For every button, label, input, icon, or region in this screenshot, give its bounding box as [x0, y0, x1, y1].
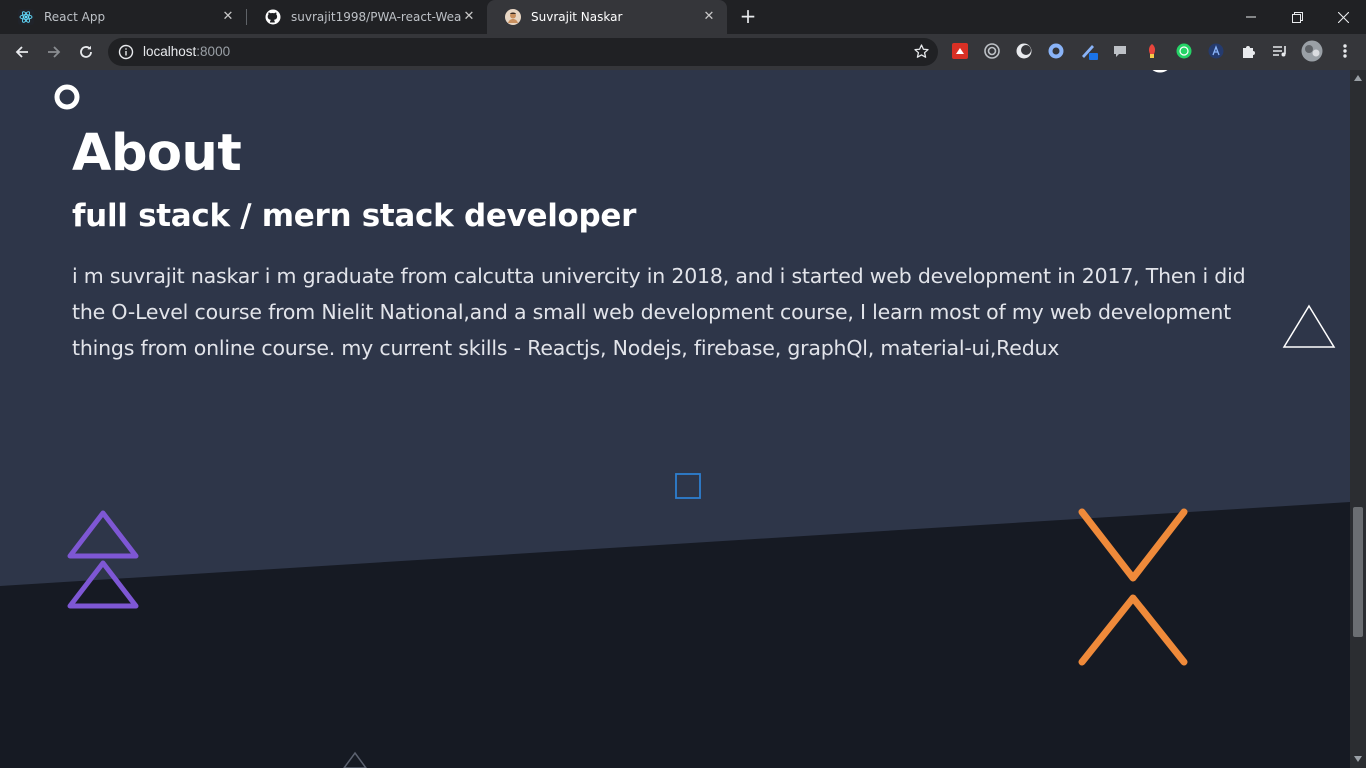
bookmark-star-icon[interactable]: [913, 43, 930, 64]
site-info-icon[interactable]: [118, 44, 134, 64]
close-tab-icon[interactable]: ✕: [701, 9, 717, 25]
extension-red-icon[interactable]: [951, 42, 969, 60]
tab-bar: React App ✕ suvrajit1998/PWA-react-Weath…: [0, 0, 1366, 34]
about-bio: i m suvrajit naskar i m graduate from ca…: [72, 264, 1246, 361]
reload-icon: [80, 45, 92, 58]
extension-chat-icon[interactable]: [1111, 42, 1129, 60]
circle-ring-icon: [1152, 70, 1168, 73]
url-port: :8000: [196, 44, 231, 59]
extension-whatsapp-icon[interactable]: [1175, 42, 1193, 60]
forward-button[interactable]: [40, 38, 68, 66]
tab-portfolio[interactable]: Suvrajit Naskar ✕: [487, 0, 727, 34]
close-window-button[interactable]: [1320, 0, 1366, 34]
extension-moon-icon[interactable]: [1015, 42, 1033, 60]
about-subheading: full stack / mern stack developer: [72, 198, 637, 234]
square-outline-icon: [675, 473, 701, 499]
forward-arrow-icon: [48, 46, 61, 58]
extensions-puzzle-icon[interactable]: [1239, 42, 1257, 60]
reload-button[interactable]: [72, 38, 100, 66]
extension-pen-icon[interactable]: [1080, 42, 1098, 60]
minimize-button[interactable]: [1228, 0, 1274, 34]
circle-ring-icon: [54, 84, 80, 110]
tab-title: Suvrajit Naskar: [531, 10, 623, 24]
address-bar[interactable]: localhost:8000: [108, 38, 938, 66]
triangle-outline-icon: [343, 751, 367, 768]
triangle-outline-icon: [1282, 304, 1336, 348]
page-scrollbar[interactable]: [1350, 70, 1366, 768]
extension-rocket-icon[interactable]: [1143, 42, 1161, 60]
url-host: localhost: [143, 44, 197, 59]
hourglass-x-icon: [1078, 508, 1188, 666]
github-icon: [265, 9, 281, 25]
scroll-down-icon[interactable]: [1354, 756, 1362, 762]
menu-dots-icon[interactable]: [1336, 42, 1354, 60]
close-tab-icon[interactable]: ✕: [461, 9, 477, 25]
page-viewport: About full stack / mern stack developer …: [0, 70, 1350, 768]
new-tab-button[interactable]: +: [737, 6, 759, 28]
tab-github[interactable]: suvrajit1998/PWA-react-Weather ✕: [247, 0, 487, 34]
tab-title: suvrajit1998/PWA-react-Weather: [291, 10, 461, 24]
double-triangle-icon: [67, 510, 139, 609]
close-tab-icon[interactable]: ✕: [220, 9, 236, 25]
profile-avatar-icon[interactable]: [1301, 40, 1323, 62]
url-text[interactable]: localhost:8000: [143, 44, 230, 59]
scrollbar-thumb[interactable]: [1353, 507, 1363, 637]
about-section: About full stack / mern stack developer …: [72, 128, 1282, 366]
scroll-up-icon[interactable]: [1354, 75, 1362, 81]
back-button[interactable]: [8, 38, 36, 66]
extension-water-icon[interactable]: [1047, 42, 1065, 60]
tab-title: React App: [44, 10, 106, 24]
extension-a-icon[interactable]: [1207, 42, 1225, 60]
extension-target-icon[interactable]: [983, 42, 1001, 60]
tab-react-app[interactable]: React App ✕: [0, 0, 246, 34]
avatar-favicon: [505, 9, 521, 25]
about-heading: About: [72, 124, 242, 183]
restore-button[interactable]: [1274, 0, 1320, 34]
browser-toolbar: localhost:8000: [0, 34, 1366, 70]
media-control-icon[interactable]: [1271, 42, 1289, 60]
back-arrow-icon: [15, 46, 28, 58]
react-icon: [18, 9, 34, 25]
